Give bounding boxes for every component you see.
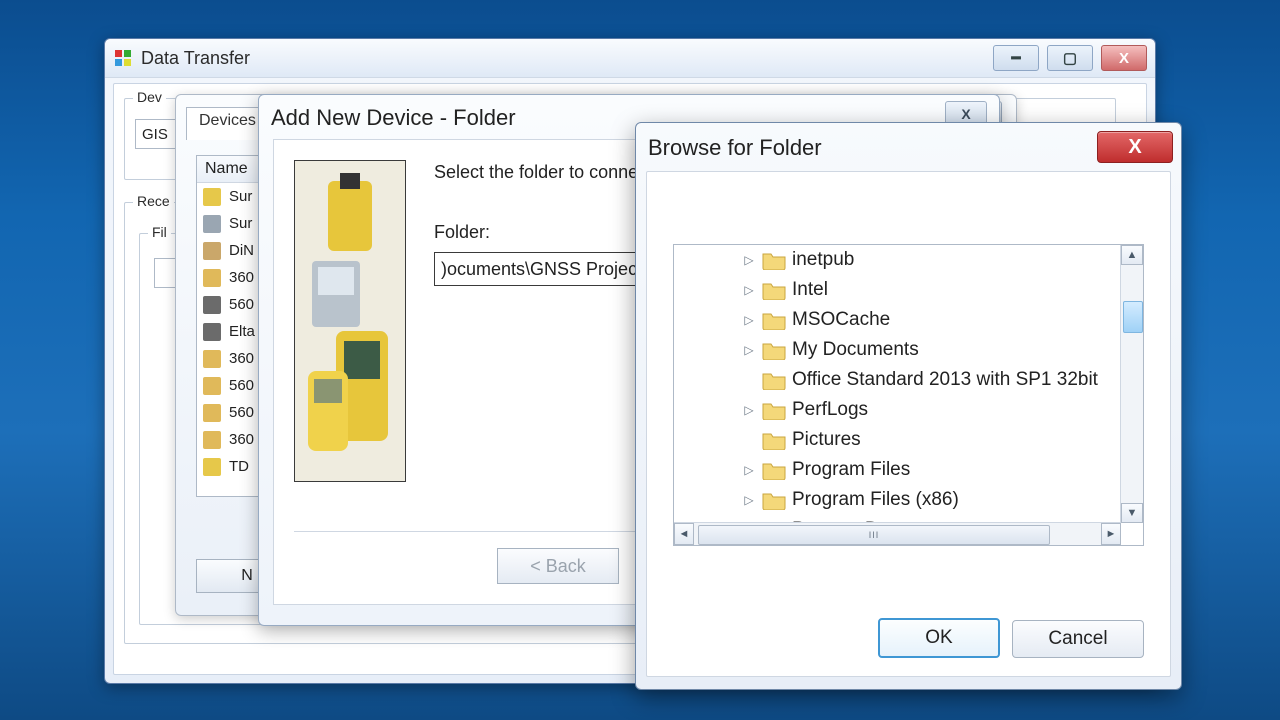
device-row-label: 560 <box>229 377 254 394</box>
scroll-thumb[interactable] <box>1123 301 1143 333</box>
device-icon <box>203 215 221 233</box>
receive-group-label: Rece <box>133 193 174 209</box>
tree-row[interactable]: Office Standard 2013 with SP1 32bit <box>674 365 1121 395</box>
wizard-image <box>294 160 406 482</box>
expand-icon[interactable]: ▷ <box>740 253 758 267</box>
device-row-label: Sur <box>229 215 252 232</box>
main-title: Data Transfer <box>141 48 250 69</box>
tree-row[interactable]: ▷ Program Files (x86) <box>674 485 1121 515</box>
scroll-up-button[interactable]: ▲ <box>1121 245 1143 265</box>
device-icon <box>203 296 221 314</box>
expand-icon[interactable]: ▷ <box>740 313 758 327</box>
folder-icon <box>762 250 786 270</box>
expand-icon[interactable]: ▷ <box>740 343 758 357</box>
devices-tab[interactable]: Devices <box>186 107 269 140</box>
browse-close-button[interactable]: X <box>1097 131 1173 163</box>
device-row-label: TD <box>229 458 249 475</box>
folder-tree[interactable]: ▷ inetpub ▷ Intel ▷ MSOCache ▷ My Documents Offi… <box>673 244 1144 546</box>
device-row-label: 560 <box>229 296 254 313</box>
tree-row-label: Program Files (x86) <box>792 489 959 511</box>
browse-title: Browse for Folder <box>648 135 822 161</box>
tree-row[interactable]: Pictures <box>674 425 1121 455</box>
main-window-buttons: ━ ▢ X <box>993 45 1147 71</box>
device-icon <box>203 323 221 341</box>
tree-row[interactable]: ▷ inetpub <box>674 245 1121 275</box>
files-group-label: Fil <box>148 224 171 240</box>
device-row-label: 360 <box>229 269 254 286</box>
tree-row[interactable]: ▷ PerfLogs <box>674 395 1121 425</box>
tree-row-label: Office Standard 2013 with SP1 32bit <box>792 369 1098 391</box>
tree-row-label: inetpub <box>792 249 854 271</box>
minimize-button[interactable]: ━ <box>993 45 1039 71</box>
app-icon <box>113 48 133 68</box>
folder-label: Folder: <box>434 222 490 243</box>
expand-icon[interactable]: ▷ <box>740 493 758 507</box>
device-icon <box>203 458 221 476</box>
desktop: Data Transfer ━ ▢ X Dev GIS Rece Fil X <box>0 0 1280 720</box>
tree-row-label: Pictures <box>792 429 861 451</box>
device-icon <box>203 431 221 449</box>
tree-row-label: Program Files <box>792 459 910 481</box>
cancel-button[interactable]: Cancel <box>1012 620 1144 658</box>
tree-vertical-scrollbar[interactable]: ▲ ▼ <box>1120 245 1143 523</box>
device-icon <box>203 188 221 206</box>
browse-folder-dialog: Browse for Folder X ▷ inetpub ▷ Intel ▷ MSOCa… <box>635 122 1182 690</box>
tree-row[interactable]: ▷ MSOCache <box>674 305 1121 335</box>
device-icon <box>203 404 221 422</box>
folder-icon <box>762 340 786 360</box>
folder-icon <box>762 370 786 390</box>
device-row-label: Elta <box>229 323 255 340</box>
devices-group-label: Dev <box>133 89 166 105</box>
close-button[interactable]: X <box>1101 45 1147 71</box>
main-titlebar: Data Transfer ━ ▢ X <box>105 39 1155 78</box>
device-row-label: 560 <box>229 404 254 421</box>
expand-icon[interactable]: ▷ <box>740 463 758 477</box>
folder-icon <box>762 310 786 330</box>
back-button[interactable]: < Back <box>497 548 619 584</box>
tree-row[interactable]: ▷ My Documents <box>674 335 1121 365</box>
wizard-title: Add New Device - Folder <box>271 105 516 131</box>
device-row-label: 360 <box>229 350 254 367</box>
device-icon <box>203 269 221 287</box>
folder-icon <box>762 460 786 480</box>
tree-horizontal-scrollbar[interactable]: ◄ III ► <box>674 522 1121 545</box>
tree-row-label: MSOCache <box>792 309 890 331</box>
hscroll-thumb[interactable]: III <box>698 525 1050 545</box>
tree-row-label: My Documents <box>792 339 919 361</box>
expand-icon[interactable]: ▷ <box>740 283 758 297</box>
scroll-down-button[interactable]: ▼ <box>1121 503 1143 523</box>
tree-row[interactable]: ▷ Intel <box>674 275 1121 305</box>
browse-body: ▷ inetpub ▷ Intel ▷ MSOCache ▷ My Documents Offi… <box>646 171 1171 677</box>
tree-row-label: PerfLogs <box>792 399 868 421</box>
folder-icon <box>762 400 786 420</box>
scroll-right-button[interactable]: ► <box>1101 523 1121 545</box>
device-row-label: Sur <box>229 188 252 205</box>
folder-icon <box>762 490 786 510</box>
device-icon <box>203 350 221 368</box>
device-icon <box>203 377 221 395</box>
wizard-prompt: Select the folder to conne <box>434 162 638 183</box>
device-row-label: 360 <box>229 431 254 448</box>
tree-row-label: Intel <box>792 279 828 301</box>
device-row-label: DiN <box>229 242 254 259</box>
device-icon <box>203 242 221 260</box>
scroll-left-button[interactable]: ◄ <box>674 523 694 545</box>
expand-icon[interactable]: ▷ <box>740 403 758 417</box>
folder-icon <box>762 430 786 450</box>
tree-row[interactable]: ▷ Program Files <box>674 455 1121 485</box>
folder-icon <box>762 280 786 300</box>
maximize-button[interactable]: ▢ <box>1047 45 1093 71</box>
ok-button[interactable]: OK <box>878 618 1000 658</box>
